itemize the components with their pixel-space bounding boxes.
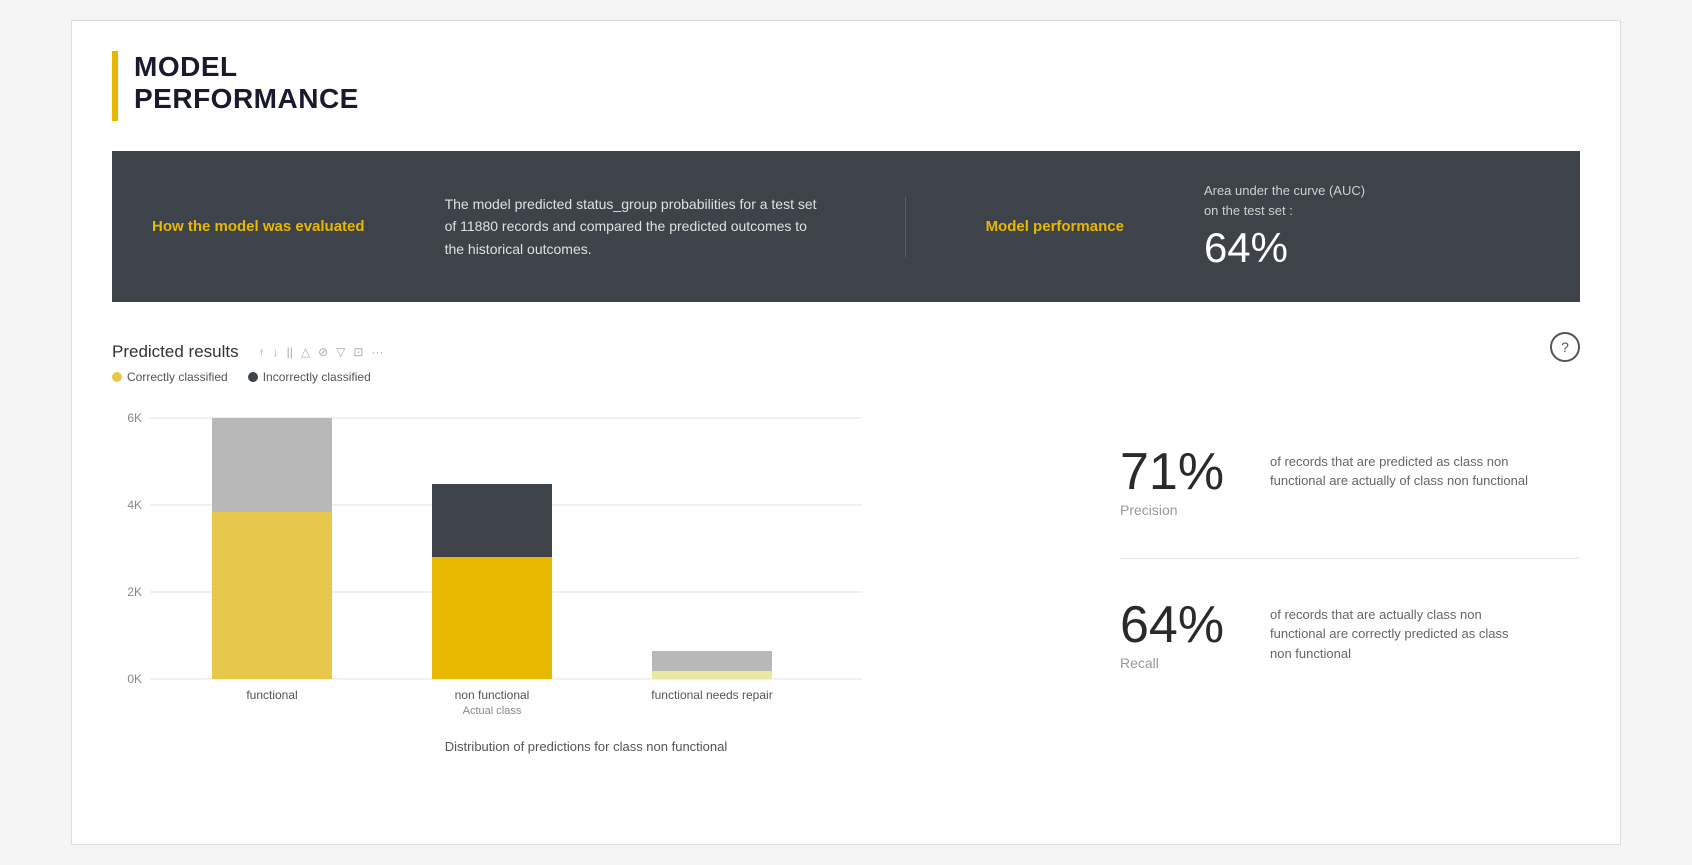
svg-text:functional: functional (246, 688, 297, 702)
pin-icon[interactable]: ⊘ (318, 345, 328, 359)
recall-label: Recall (1120, 655, 1250, 671)
bar-repair-incorrect (652, 651, 772, 671)
filter-icon[interactable]: ▽ (336, 345, 345, 359)
precision-block: 71% Precision of records that are predic… (1120, 446, 1580, 518)
svg-text:4K: 4K (127, 498, 142, 512)
chart-svg-wrapper: 6K 4K 2K 0K (112, 404, 1060, 729)
legend-correctly-classified: Correctly classified (112, 370, 228, 384)
bookmark-icon[interactable]: △ (301, 345, 310, 359)
header-accent (112, 51, 118, 121)
sort-desc-icon[interactable]: ↓ (273, 345, 279, 359)
bar-functional-correct (212, 512, 332, 679)
correctly-classified-label: Correctly classified (127, 370, 228, 384)
precision-value: 71% (1120, 446, 1250, 498)
chart-toolbar: ↑ ↓ || △ ⊘ ▽ ⊡ ··· (259, 345, 384, 359)
banner-divider (905, 197, 906, 257)
banner-auc-label: Area under the curve (AUC) on the test s… (1204, 181, 1365, 220)
bar-repair-correct (652, 671, 772, 679)
svg-text:Actual class: Actual class (463, 705, 522, 717)
chart-footer: Distribution of predictions for class no… (112, 739, 1060, 754)
legend-incorrectly-classified: Incorrectly classified (248, 370, 371, 384)
svg-text:functional needs repair: functional needs repair (651, 688, 772, 702)
sort-asc-icon[interactable]: ↑ (259, 345, 265, 359)
recall-block: 64% Recall of records that are actually … (1120, 599, 1580, 671)
bar-nonfunctional-correct (432, 557, 552, 679)
svg-text:non functional: non functional (455, 688, 530, 702)
recall-value: 64% (1120, 599, 1250, 651)
banner-auc-value: 64% (1204, 224, 1365, 272)
svg-text:0K: 0K (127, 672, 142, 686)
precision-label: Precision (1120, 502, 1250, 518)
chart-header: Predicted results ↑ ↓ || △ ⊘ ▽ ⊡ ··· (112, 342, 1060, 362)
columns-icon[interactable]: || (287, 345, 293, 359)
recall-description: of records that are actually class non f… (1270, 605, 1530, 664)
page-title: MODEL PERFORMANCE (134, 51, 359, 115)
precision-description: of records that are predicted as class n… (1270, 452, 1530, 491)
main-content: Predicted results ↑ ↓ || △ ⊘ ▽ ⊡ ··· Cor… (112, 342, 1580, 754)
bar-functional-incorrect (212, 418, 332, 512)
chart-title: Predicted results (112, 342, 239, 362)
page-header: MODEL PERFORMANCE (112, 51, 1580, 121)
bar-chart: 6K 4K 2K 0K (112, 404, 872, 724)
banner-performance-label: Model performance (986, 218, 1124, 235)
chart-legend: Correctly classified Incorrectly classif… (112, 370, 1060, 384)
model-evaluation-banner: How the model was evaluated The model pr… (112, 151, 1580, 302)
svg-text:2K: 2K (127, 585, 142, 599)
more-icon[interactable]: ··· (371, 345, 383, 359)
banner-auc-section: Area under the curve (AUC) on the test s… (1204, 181, 1365, 272)
bar-nonfunctional-incorrect (432, 484, 552, 557)
banner-left-label: How the model was evaluated (152, 218, 365, 235)
incorrectly-classified-dot (248, 372, 258, 382)
help-button[interactable]: ? (1550, 332, 1580, 362)
correctly-classified-dot (112, 372, 122, 382)
svg-text:6K: 6K (127, 411, 142, 425)
chart-section: Predicted results ↑ ↓ || △ ⊘ ▽ ⊡ ··· Cor… (112, 342, 1120, 754)
expand-icon[interactable]: ⊡ (353, 345, 363, 359)
banner-description: The model predicted status_group probabi… (445, 193, 825, 260)
stats-separator (1120, 558, 1580, 559)
stats-section: ? 71% Precision of records that are pred… (1120, 342, 1580, 754)
incorrectly-classified-label: Incorrectly classified (263, 370, 371, 384)
help-button-container: ? (1550, 332, 1580, 362)
